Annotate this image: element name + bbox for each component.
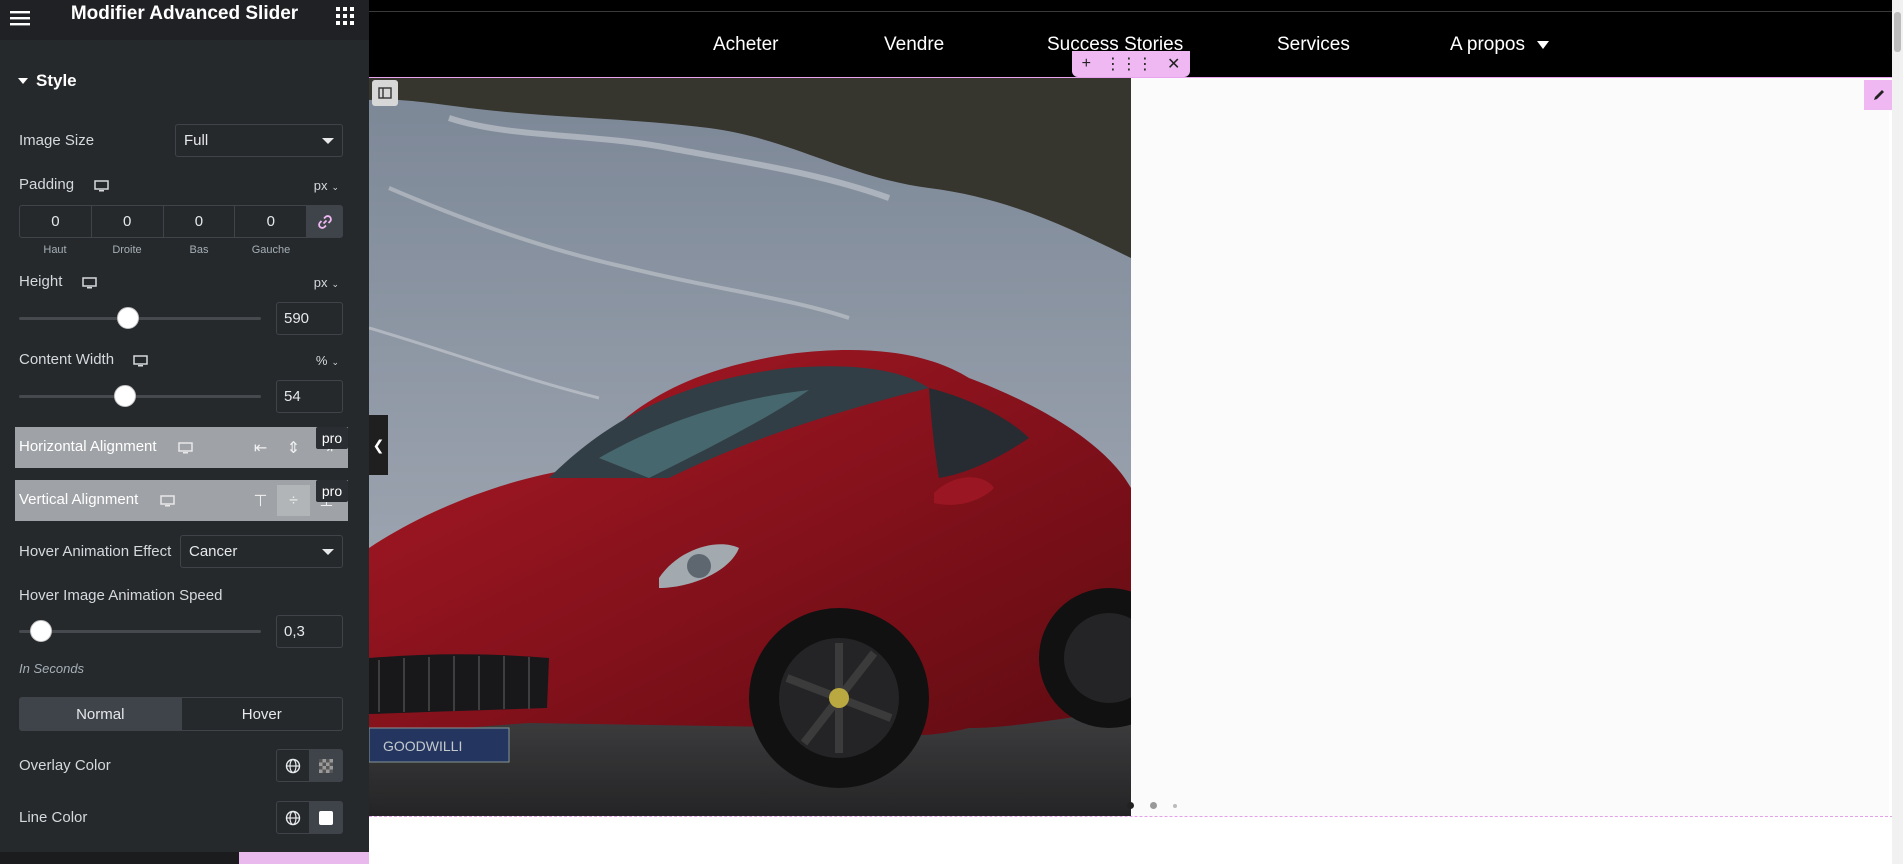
panel-header: Modifier Advanced Slider (0, 0, 369, 40)
padding-label: Padding (19, 176, 75, 193)
padding-unit-select[interactable]: px ⌄ (314, 178, 339, 193)
height-slider-track[interactable] (19, 317, 261, 320)
content-width-slider-track[interactable] (19, 395, 261, 398)
content-width-slider-thumb[interactable] (114, 385, 137, 407)
padding-unit: px (313, 178, 328, 193)
hover-speed-note: In Seconds (19, 661, 85, 676)
page-scrollbar[interactable] (1892, 0, 1903, 864)
slide-content-area (1131, 78, 1889, 816)
monitor-icon[interactable] (82, 277, 97, 289)
hover-speed-input[interactable]: 0,3 (276, 615, 343, 648)
height-slider-thumb[interactable] (116, 307, 139, 329)
columns-icon[interactable] (372, 80, 398, 106)
globe-icon[interactable] (277, 802, 310, 833)
overlay-color-control (276, 749, 343, 782)
monitor-icon[interactable] (133, 355, 148, 367)
slider-dot[interactable] (1173, 803, 1177, 808)
chevron-left-icon[interactable]: ❮ (369, 415, 388, 475)
image-size-label: Image Size (19, 132, 95, 149)
publish-button[interactable] (239, 852, 369, 864)
tab-normal[interactable]: Normal (20, 698, 181, 730)
apps-grid-icon[interactable] (335, 6, 355, 26)
drag-icon[interactable]: ⋮⋮⋮ (1105, 54, 1153, 74)
nav-item-vendre[interactable]: Vendre (884, 34, 944, 56)
padding-right-input[interactable]: 0 (92, 206, 164, 237)
padding-top-input[interactable]: 0 (20, 206, 92, 237)
content-width-label: Content Width (19, 351, 115, 368)
slider-dots (1127, 802, 1177, 809)
hover-effect-select[interactable]: Cancer (180, 535, 343, 568)
link-icon[interactable] (307, 206, 343, 237)
section-title: Style (36, 71, 77, 90)
editor-panel: Modifier Advanced Slider Style Image Siz… (0, 0, 369, 864)
padding-inputs: 0 0 0 0 (19, 205, 343, 238)
caret-down-icon (1537, 40, 1549, 49)
chevron-down-icon (322, 138, 334, 144)
globe-icon[interactable] (277, 750, 310, 781)
hover-speed-slider-track[interactable] (19, 630, 261, 633)
padding-left-input[interactable]: 0 (235, 206, 308, 237)
horizontal-alignment-label: Horizontal Alignment (19, 438, 157, 455)
line-color-label: Line Color (19, 809, 88, 826)
padding-side-labels: Haut Droite Bas Gauche (19, 244, 307, 256)
content-width-unit: % (315, 353, 328, 368)
slide-image[interactable]: GOODWILLI (369, 78, 1131, 816)
caret-down-icon (18, 78, 28, 84)
hover-speed-slider-thumb[interactable] (29, 620, 52, 642)
checker-icon[interactable] (309, 750, 342, 781)
hover-effect-value: Cancer (189, 543, 238, 560)
padding-bottom-label: Bas (189, 244, 209, 256)
chevron-down-icon (322, 549, 334, 555)
slider-dot[interactable] (1127, 802, 1134, 809)
monitor-icon[interactable] (94, 180, 109, 192)
height-unit-select[interactable]: px ⌄ (314, 275, 339, 290)
content-width-input[interactable]: 54 (276, 380, 343, 413)
close-icon[interactable]: ✕ (1167, 54, 1180, 74)
vertical-alignment-label: Vertical Alignment (19, 491, 139, 508)
pro-badge: pro (316, 427, 348, 449)
align-center-icon[interactable]: ⇕ (277, 432, 310, 463)
padding-top-label: Haut (43, 244, 67, 256)
image-size-select[interactable]: Full (175, 124, 343, 157)
align-start-icon[interactable]: ⇤ (244, 432, 277, 463)
slider-dot[interactable] (1150, 802, 1157, 809)
padding-left-label: Gauche (251, 244, 291, 256)
nav-item-a-propos-label: A propos (1450, 34, 1525, 55)
monitor-icon (160, 495, 175, 507)
height-label: Height (19, 273, 63, 290)
image-size-value: Full (184, 132, 209, 149)
horizontal-alignment-row: Horizontal Alignment ⇤ ⇕ ⇥ pro (15, 427, 348, 468)
hover-speed-label: Hover Image Animation Speed (19, 587, 223, 604)
height-input[interactable]: 590 (276, 302, 343, 335)
monitor-icon (178, 442, 193, 454)
align-middle-icon[interactable]: ÷ (277, 485, 310, 516)
align-top-icon[interactable]: ⊤ (244, 485, 277, 516)
plus-icon[interactable]: + (1082, 55, 1091, 73)
height-unit: px (313, 275, 328, 290)
panel-title: Modifier Advanced Slider (70, 3, 299, 24)
overlay-color-label: Overlay Color (19, 757, 111, 774)
pro-badge: pro (316, 480, 348, 502)
content-width-unit-select[interactable]: % ⌄ (316, 353, 339, 368)
preview-canvas: Acheter Vendre Success Stories Services … (369, 0, 1903, 864)
section-handle: + ⋮⋮⋮ ✕ (1072, 51, 1190, 77)
pencil-icon[interactable] (1864, 80, 1894, 110)
line-color-control (276, 801, 343, 834)
vertical-alignment-row: Vertical Alignment ⊤ ÷ ⊥ pro (15, 480, 348, 521)
tab-hover[interactable]: Hover (180, 698, 343, 730)
state-tabs: Normal Hover (19, 697, 343, 731)
padding-right-label: Droite (112, 244, 142, 256)
nav-item-a-propos[interactable]: A propos (1450, 34, 1549, 56)
padding-bottom-input[interactable]: 0 (164, 206, 236, 237)
style-section-toggle[interactable]: Style (18, 71, 77, 91)
color-swatch[interactable] (309, 802, 342, 833)
panel-footer (0, 852, 369, 864)
hover-effect-label: Hover Animation Effect (19, 543, 172, 560)
nav-item-acheter[interactable]: Acheter (713, 34, 778, 56)
nav-item-services[interactable]: Services (1277, 34, 1350, 56)
